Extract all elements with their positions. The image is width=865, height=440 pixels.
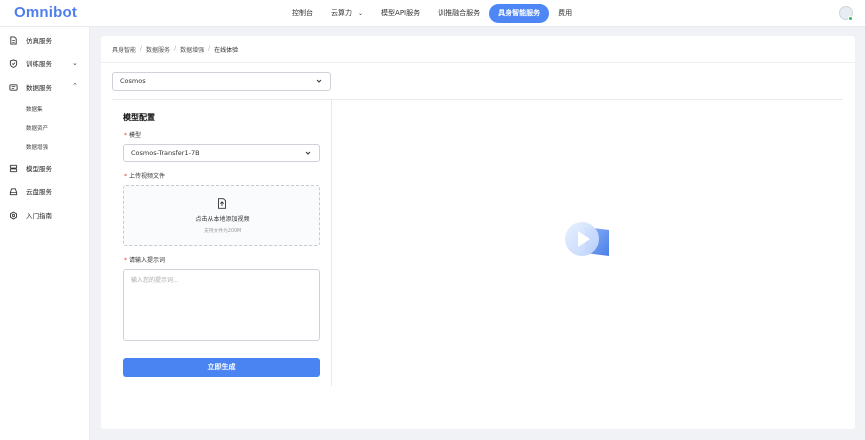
nav-label: 模型API服务 [381, 9, 421, 17]
server-icon [9, 164, 18, 172]
required-asterisk: * [124, 132, 127, 139]
nav-label: 训推融合服务 [438, 9, 481, 17]
online-status-dot [848, 16, 853, 21]
data-icon [9, 83, 18, 91]
sidebar-item-label: 入门指南 [26, 212, 52, 220]
sidebar-item-training[interactable]: 训练服务 ⌄ [0, 56, 90, 70]
chevron-down-icon [305, 151, 311, 155]
video-placeholder-illustration [565, 222, 609, 256]
model-select-value: Cosmos-Transfer1-7B [131, 149, 200, 157]
sidebar-item-model[interactable]: 模型服务 [0, 161, 90, 175]
required-asterisk: * [124, 257, 127, 264]
prompt-label: * 请输入提示词 [124, 255, 165, 264]
prompt-input[interactable] [123, 269, 320, 341]
nav-console[interactable]: 控制台 [283, 4, 322, 23]
service-select[interactable]: Cosmos [112, 72, 331, 91]
sidebar-item-getting-started[interactable]: 入门指南 [0, 208, 90, 222]
gear-icon [10, 211, 17, 219]
chevron-down-icon [316, 79, 322, 83]
nav-label: 云算力 [331, 9, 352, 17]
model-select[interactable]: Cosmos-Transfer1-7B [123, 144, 320, 162]
nav-label: 具身智能服务 [498, 9, 541, 17]
nav-model-api[interactable]: 模型API服务 [372, 4, 429, 23]
service-select-value: Cosmos [120, 77, 146, 85]
model-label-text: 模型 [129, 132, 142, 139]
upload-label-text: 上传视频文件 [129, 173, 166, 180]
disk-icon [9, 187, 18, 195]
breadcrumb: 具身智能 / 数据服务 / 数据增强 / 在线体验 [112, 45, 238, 54]
nav-label: 控制台 [292, 9, 313, 17]
nav-embodied-ai[interactable]: 具身智能服务 [489, 4, 550, 23]
generate-button[interactable]: 立即生成 [123, 358, 320, 377]
sidebar-item-label: 数据服务 [26, 84, 52, 92]
chevron-down-icon: ⌄ [358, 10, 364, 17]
chevron-up-icon: ⌃ [72, 82, 78, 90]
nav-billing[interactable]: 费用 [549, 4, 581, 23]
sidebar-subitem-datasets[interactable]: 数据集 [26, 105, 43, 113]
breadcrumb-separator: / [140, 45, 143, 52]
sidebar-subitem-data-assets[interactable]: 数据资产 [26, 124, 48, 132]
config-title: 模型配置 [123, 113, 155, 122]
breadcrumb-current: 在线体验 [214, 47, 239, 54]
document-icon [10, 35, 17, 45]
top-nav: 控制台 云算力 ⌄ 模型API服务 训推融合服务 具身智能服务 费用 [283, 4, 581, 23]
model-label: * 模型 [124, 130, 141, 139]
breadcrumb-separator: / [208, 45, 211, 52]
sidebar-item-cloud-disk[interactable]: 云盘服务 [0, 184, 90, 198]
panel-divider [331, 100, 332, 386]
sidebar-item-simulation[interactable]: 仿真服务 [0, 33, 90, 47]
breadcrumb-item[interactable]: 具身智能 [112, 45, 136, 54]
divider [112, 99, 843, 100]
sidebar-subitem-data-augment[interactable]: 数据增强 [26, 143, 48, 151]
sidebar-item-label: 仿真服务 [26, 37, 52, 45]
sidebar-item-data[interactable]: 数据服务 ⌃ [0, 80, 90, 94]
shield-icon [9, 58, 18, 68]
breadcrumb-separator: / [174, 45, 177, 52]
top-bar: Omnibot 控制台 云算力 ⌄ 模型API服务 训推融合服务 具身智能服务 费… [0, 0, 865, 27]
required-asterisk: * [124, 173, 127, 180]
sidebar-item-label: 模型服务 [26, 165, 52, 173]
logo[interactable]: Omnibot [14, 4, 77, 21]
nav-cloud-compute[interactable]: 云算力 ⌄ [322, 4, 372, 23]
file-upload-icon [218, 198, 226, 209]
upload-text: 点击从本地添加视频 [195, 216, 250, 223]
upload-hint: 支持文件为200M [203, 229, 242, 234]
upload-label: * 上传视频文件 [124, 171, 165, 180]
nav-label: 费用 [558, 9, 573, 17]
breadcrumb-item[interactable]: 数据服务 [146, 45, 170, 54]
prompt-label-text: 请输入提示词 [129, 257, 166, 264]
video-upload-area[interactable]: 点击从本地添加视频 支持文件为200M [123, 185, 320, 246]
nav-train-infer[interactable]: 训推融合服务 [429, 4, 489, 23]
sidebar-item-label: 云盘服务 [26, 188, 52, 196]
divider [101, 62, 855, 63]
breadcrumb-item[interactable]: 数据增强 [180, 45, 204, 54]
chevron-down-icon: ⌄ [72, 59, 78, 67]
sidebar-item-label: 训练服务 [26, 60, 52, 68]
